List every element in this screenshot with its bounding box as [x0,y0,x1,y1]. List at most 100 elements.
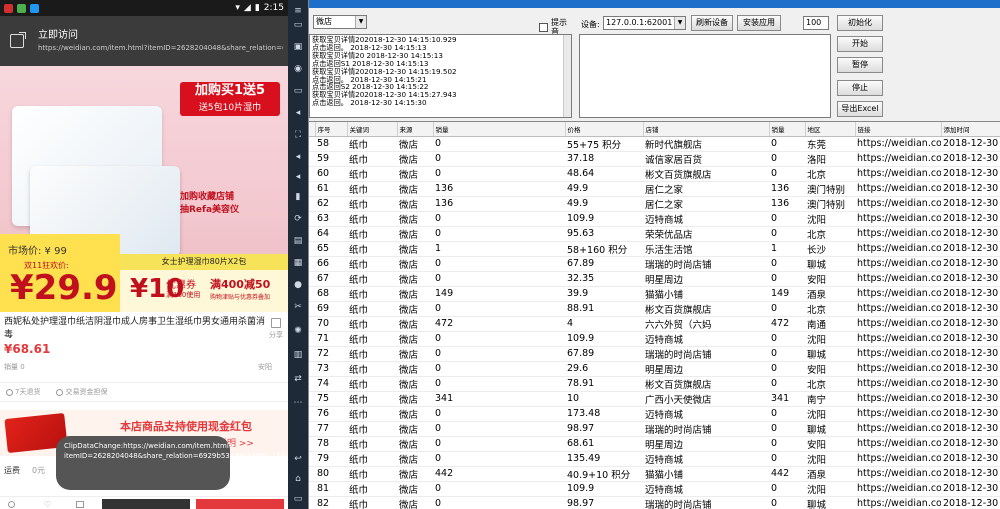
column-header[interactable]: 链接 [855,122,942,137]
menu-icon[interactable]: ≡ [292,6,304,16]
table-row[interactable]: 74 纸巾 微店 0 78.91 彬文百货旗舰店 0 北京 https://weidian.co… [309,376,1000,392]
open-link-icon [10,32,26,48]
add-to-cart-button[interactable] [102,499,190,509]
stop-button[interactable]: 停止 [837,80,883,96]
checkbox-box[interactable] [539,22,548,32]
table-cell: 1 [433,241,565,257]
table-cell: 10 [565,391,643,407]
favorite-icon[interactable]: ♡ [44,500,51,509]
table-row[interactable]: 81 纸巾 微店 0 109.9 迈特商城 0 沈阳 https://weidian.co 201… [309,481,1000,497]
column-header[interactable]: 店铺 [643,122,770,137]
table-cell: https://weidian.co [855,286,941,302]
table-row[interactable]: 79 纸巾 微店 0 135.49 迈特商城 0 沈阳 https://weidian.co 20… [309,451,1000,467]
table-row[interactable]: 59 纸巾 微店 0 37.18 诚信家居百货 0 洛阳 https://weidian.co 2… [309,151,1000,167]
table-cell: 2018-12-30 14 [941,226,1000,242]
rotate-icon[interactable]: ⟳ [292,214,304,224]
scissors-icon[interactable]: ✂ [292,302,304,312]
table-row[interactable]: 63 纸巾 微店 0 109.9 迈特商城 0 沈阳 https://weidian.co 201… [309,211,1000,227]
refresh-device-button[interactable]: 刷新设备 [691,15,733,31]
log-scrollbar[interactable] [563,35,571,117]
table-row[interactable]: 80 纸巾 微店 442 40.9+10 积分 猫猫小铺 442 酒泉 https://weid… [309,466,1000,482]
column-header[interactable]: 价格 [565,122,644,137]
table-row[interactable]: 70 纸巾 微店 472 4 六六外贸（六妈 472 南通 https://weidian.co… [309,316,1000,332]
share-button[interactable]: 分享 [266,318,286,340]
table-row[interactable]: 68 纸巾 微店 149 39.9 猫猫小铺 149 酒泉 https://weidian.co… [309,286,1000,302]
table-row[interactable]: 62 纸巾 微店 136 49.9 居仁之家 136 澳门特别 https://weidian.… [309,196,1000,212]
sync-icon[interactable]: ⇄ [292,374,304,384]
apk-install-icon[interactable]: ▤ [292,236,304,246]
table-cell: 1 [769,241,805,257]
table-row[interactable]: 69 纸巾 微店 0 88.91 彬文百货旗舰店 0 北京 https://weidian.co… [309,301,1000,317]
shake-icon[interactable]: ▮ [292,192,304,202]
table-row[interactable]: 67 纸巾 微店 0 32.35 明星周边 0 安阳 https://weidian.co 201… [309,271,1000,287]
open-link-prompt[interactable]: 立即访问 https://weidian.com/item.html?itemI… [0,16,288,66]
initialize-button[interactable]: 初始化 [837,15,883,31]
table-row[interactable]: 76 纸巾 微店 0 173.48 迈特商城 0 沈阳 https://weidian.co 20… [309,406,1000,422]
table-row[interactable]: 78 纸巾 微店 0 68.61 明星周边 0 安阳 https://weidian.co 201… [309,436,1000,452]
record-icon[interactable]: ● [292,280,304,290]
pause-button[interactable]: 暂停 [837,57,883,73]
source-select[interactable]: 微店 ▼ [313,15,367,29]
volume-down-icon[interactable]: ◂ [292,172,304,182]
export-excel-button[interactable]: 导出Excel [837,101,883,117]
chevron-down-icon: ▼ [355,16,366,28]
column-header[interactable]: 关键词 [347,122,398,137]
device-select[interactable]: 127.0.0.1:62001 ▼ [603,16,686,30]
table-row[interactable]: 82 纸巾 微店 0 98.97 瑞瑞的时尚店铺 0 聊城 https://weidian.co… [309,496,1000,509]
folder-icon[interactable]: ▦ [292,258,304,268]
table-row[interactable]: 71 纸巾 微店 0 109.9 迈特商城 0 沈阳 https://weidian.co 201… [309,331,1000,347]
table-row[interactable]: 77 纸巾 微店 0 98.97 瑞瑞的时尚店铺 0 聊城 https://weidian.co… [309,421,1000,437]
more-icon[interactable]: ⋯ [292,398,304,408]
table-cell: 63 [315,211,347,227]
keyboard-icon[interactable]: ▭ [292,20,304,30]
log-output[interactable]: 获取宝贝详情202018-12-30 14:15:10.929 点击返回。 20… [309,34,572,118]
chevron-down-icon: ▼ [674,17,685,29]
open-link-title: 立即访问 [38,30,78,41]
table-row[interactable]: 58 纸巾 微店 0 55+75 积分 新时代旗舰店 0 东莞 https://weidian.… [309,136,1000,152]
table-cell: 2018-12-30 14 [941,136,1000,152]
buy-now-button[interactable] [196,499,284,509]
back-icon[interactable]: ↩ [292,454,304,464]
column-header[interactable]: 添加时间 [941,122,1000,137]
column-header[interactable]: 来源 [397,122,434,137]
table-row[interactable]: 65 纸巾 微店 1 58+160 积分 乐活生活馆 1 长沙 https://weidian.… [309,241,1000,257]
table-cell: https://weidian.co [855,331,941,347]
store-icon[interactable] [8,501,15,508]
table-row[interactable]: 75 纸巾 微店 341 10 广西小天使微店 341 南宁 https://weidian.c… [309,391,1000,407]
table-cell: 纸巾 [347,331,397,347]
cart-icon[interactable] [76,501,84,508]
count-input[interactable]: 100 [803,16,829,30]
table-cell: 0 [769,421,805,437]
column-header[interactable]: 销量 [433,122,566,137]
table-row[interactable]: 61 纸巾 微店 136 49.9 居仁之家 136 澳门特别 https://weidian.… [309,181,1000,197]
table-cell: 纸巾 [347,481,397,497]
recent-apps-icon[interactable]: ▭ [292,494,304,504]
display-icon[interactable]: ▭ [292,86,304,96]
product-image[interactable]: 加购买1送5 送5包10片湿巾 加购收藏店铺 抽Refa美容仪 女士护理湿巾80… [0,66,288,312]
table-row[interactable]: 73 纸巾 微店 0 29.6 明星周边 0 安阳 https://weidian.co 2018… [309,361,1000,377]
column-header[interactable]: 序号 [315,122,348,137]
column-header[interactable]: 地区 [805,122,856,137]
table-row[interactable]: 66 纸巾 微店 0 67.89 瑞瑞的时尚店铺 0 聊城 https://weidian.co… [309,256,1000,272]
screenshot-icon[interactable]: ▣ [292,42,304,52]
volume-icon[interactable]: ◂ [292,108,304,118]
table-row[interactable]: 64 纸巾 微店 0 95.63 荣荣优品店 0 北京 https://weidian.co 20… [309,226,1000,242]
location-icon[interactable]: ◉ [292,64,304,74]
install-app-button[interactable]: 安装应用 [737,15,781,31]
table-cell: 58 [315,136,347,152]
multi-window-icon[interactable]: ▥ [292,350,304,360]
brightness-icon[interactable]: ✺ [292,326,304,336]
fullscreen-icon[interactable]: ⛶ [292,130,304,140]
column-header[interactable]: 销量 [769,122,806,137]
table-row[interactable]: 72 纸巾 微店 0 67.89 瑞瑞的时尚店铺 0 聊城 https://weidian.co… [309,346,1000,362]
table-cell: 0 [433,436,565,452]
table-row[interactable]: 60 纸巾 微店 0 48.64 彬文百货旗舰店 0 北京 https://weidian.co… [309,166,1000,182]
volume-up-icon[interactable]: ◂ [292,152,304,162]
secondary-output[interactable] [579,34,831,118]
guarantee-row[interactable]: 7天退货 交易资金担保 [0,382,288,402]
start-button[interactable]: 开始 [837,36,883,52]
home-icon[interactable]: ⌂ [292,474,304,484]
table-cell: 59 [315,151,347,167]
table-cell: 南通 [805,316,855,332]
scraper-app-window: 微店 ▼ 提示音 设备: 127.0.0.1:62001 ▼ 刷新设备 安装应用… [308,0,1000,509]
